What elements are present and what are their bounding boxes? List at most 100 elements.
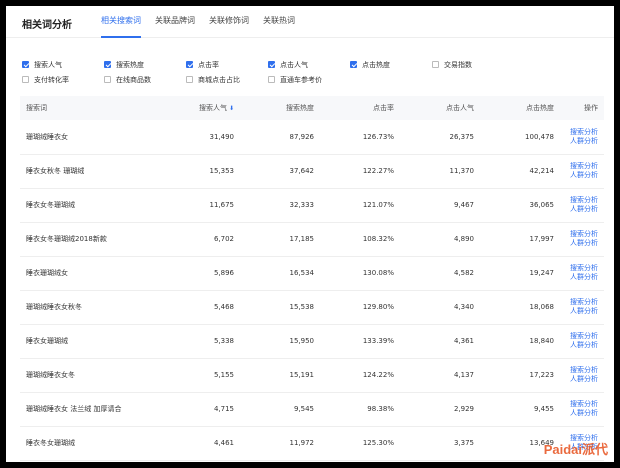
search-analysis-link[interactable]: 搜索分析	[566, 332, 598, 341]
audience-analysis-link[interactable]: 人群分析	[566, 273, 598, 282]
audience-analysis-link[interactable]: 人群分析	[566, 307, 598, 316]
checkbox-icon[interactable]	[104, 76, 111, 83]
cell-search-heat: 16,534	[240, 256, 320, 291]
cell-search-heat: 87,926	[240, 120, 320, 155]
search-analysis-link[interactable]: 搜索分析	[566, 366, 598, 375]
filter-row: 搜索人气 搜索热度 点击率 点击人气 点击热度 交易指数	[22, 57, 602, 72]
cell-search-heat: 32,333	[240, 188, 320, 223]
tab-related-brand-words[interactable]: 关联品牌词	[155, 6, 195, 38]
cell-search-popularity: 15,353	[170, 154, 240, 189]
search-analysis-link[interactable]: 搜索分析	[566, 196, 598, 205]
checkbox-icon[interactable]	[104, 61, 111, 68]
cell-click-popularity: 26,375	[400, 120, 480, 155]
checkbox-icon[interactable]	[186, 76, 193, 83]
cell-search-heat: 15,191	[240, 358, 320, 393]
search-analysis-link[interactable]: 搜索分析	[566, 162, 598, 171]
cell-actions: 搜索分析 人群分析	[560, 256, 604, 291]
cell-click-heat: 100,478	[480, 120, 560, 155]
filter-mall-click-share[interactable]: 商城点击占比	[186, 75, 268, 85]
search-analysis-link[interactable]: 搜索分析	[566, 128, 598, 137]
col-header-search-popularity[interactable]: 搜索人气 ⬇	[170, 96, 240, 120]
cell-actions: 搜索分析 人群分析	[560, 188, 604, 223]
cell-click-rate: 125.30%	[320, 426, 400, 461]
col-header-click-popularity[interactable]: 点击人气	[400, 96, 480, 120]
audience-analysis-link[interactable]: 人群分析	[566, 171, 598, 180]
filter-search-heat[interactable]: 搜索热度	[104, 60, 186, 70]
cell-keyword: 睡衣女珊瑚绒	[20, 324, 170, 359]
cell-search-popularity: 5,338	[170, 324, 240, 359]
cell-click-popularity: 4,890	[400, 222, 480, 257]
cell-actions: 搜索分析 人群分析	[560, 154, 604, 189]
cell-click-rate: 98.38%	[320, 392, 400, 427]
tab-bar: 相关搜索词 关联品牌词 关联修饰词 关联热词	[101, 6, 309, 38]
tab-related-search-words[interactable]: 相关搜索词	[101, 6, 141, 38]
cell-click-popularity: 11,370	[400, 154, 480, 189]
cell-click-rate: 133.39%	[320, 324, 400, 359]
filter-trade-index[interactable]: 交易指数	[432, 60, 514, 70]
checkbox-icon[interactable]	[268, 61, 275, 68]
search-analysis-link[interactable]: 搜索分析	[566, 298, 598, 307]
cell-keyword: 睡衣女冬珊瑚绒2018新款	[20, 222, 170, 257]
tab-related-hot-words[interactable]: 关联热词	[263, 6, 295, 38]
table-row: 珊瑚绒睡衣女 法兰绒 加厚请合 4,715 9,545 98.38% 2,929 9,45…	[20, 392, 604, 427]
checkbox-icon[interactable]	[350, 61, 357, 68]
audience-analysis-link[interactable]: 人群分析	[566, 137, 598, 146]
audience-analysis-link[interactable]: 人群分析	[566, 205, 598, 214]
cell-click-rate: 124.22%	[320, 358, 400, 393]
checkbox-icon[interactable]	[22, 76, 29, 83]
cell-click-heat: 42,214	[480, 154, 560, 189]
cell-search-heat: 15,950	[240, 324, 320, 359]
audience-analysis-link[interactable]: 人群分析	[566, 409, 598, 418]
cell-actions: 搜索分析 人群分析	[560, 222, 604, 257]
audience-analysis-link[interactable]: 人群分析	[566, 239, 598, 248]
page-header: 相关词分析 相关搜索词 关联品牌词 关联修饰词 关联热词	[6, 6, 614, 38]
cell-click-heat: 18,840	[480, 324, 560, 359]
cell-search-popularity: 31,490	[170, 120, 240, 155]
filter-ztc-price[interactable]: 直通车参考价	[268, 75, 350, 85]
checkbox-icon[interactable]	[186, 61, 193, 68]
cell-search-heat: 15,538	[240, 290, 320, 325]
filter-row: 支付转化率 在线商品数 商城点击占比 直通车参考价	[22, 72, 602, 87]
cell-click-heat: 17,997	[480, 222, 560, 257]
cell-click-heat: 9,455	[480, 392, 560, 427]
search-analysis-link[interactable]: 搜索分析	[566, 400, 598, 409]
filter-pay-conversion[interactable]: 支付转化率	[22, 75, 104, 85]
cell-actions: 搜索分析 人群分析	[560, 392, 604, 427]
cell-search-popularity: 4,461	[170, 426, 240, 461]
cell-actions: 搜索分析 人群分析	[560, 120, 604, 155]
cell-search-heat: 11,972	[240, 426, 320, 461]
search-analysis-link[interactable]: 搜索分析	[566, 230, 598, 239]
table-header-row: 搜索词 搜索人气 ⬇ 搜索热度 点击率 点击人气 点击热度 操作	[20, 96, 604, 120]
table-row: 睡衣珊瑚绒女 5,896 16,534 130.08% 4,582 19,247 搜索分析人…	[20, 256, 604, 291]
audience-analysis-link[interactable]: 人群分析	[566, 375, 598, 384]
col-header-click-rate[interactable]: 点击率	[320, 96, 400, 120]
app-frame: 相关词分析 相关搜索词 关联品牌词 关联修饰词 关联热词 搜索人气 搜索热度 点…	[6, 6, 614, 462]
audience-analysis-link[interactable]: 人群分析	[566, 341, 598, 350]
filter-click-rate[interactable]: 点击率	[186, 60, 268, 70]
checkbox-icon[interactable]	[268, 76, 275, 83]
cell-search-popularity: 11,675	[170, 188, 240, 223]
checkbox-icon[interactable]	[432, 61, 439, 68]
cell-search-popularity: 5,896	[170, 256, 240, 291]
cell-keyword: 珊瑚绒睡衣女冬	[20, 358, 170, 393]
search-analysis-link[interactable]: 搜索分析	[566, 264, 598, 273]
tab-related-modifier-words[interactable]: 关联修饰词	[209, 6, 249, 38]
col-header-search-heat[interactable]: 搜索热度	[240, 96, 320, 120]
cell-click-heat: 36,065	[480, 188, 560, 223]
filter-search-popularity[interactable]: 搜索人气	[22, 60, 104, 70]
cell-click-heat: 17,223	[480, 358, 560, 393]
cell-click-popularity: 4,340	[400, 290, 480, 325]
page-title: 相关词分析	[22, 20, 72, 31]
checkbox-icon[interactable]	[22, 61, 29, 68]
sort-desc-icon[interactable]: ⬇	[229, 105, 234, 112]
col-header-actions: 操作	[560, 96, 604, 120]
cell-search-popularity: 5,468	[170, 290, 240, 325]
filter-click-popularity[interactable]: 点击人气	[268, 60, 350, 70]
filter-click-heat[interactable]: 点击热度	[350, 60, 432, 70]
col-header-click-heat[interactable]: 点击热度	[480, 96, 560, 120]
cell-keyword: 睡衣珊瑚绒女	[20, 256, 170, 291]
cell-search-popularity: 4,715	[170, 392, 240, 427]
filter-online-items[interactable]: 在线商品数	[104, 75, 186, 85]
cell-actions: 搜索分析 人群分析	[560, 358, 604, 393]
table-row: 珊瑚绒睡衣女秋冬 5,468 15,538 129.80% 4,340 18,068 搜索分…	[20, 290, 604, 325]
